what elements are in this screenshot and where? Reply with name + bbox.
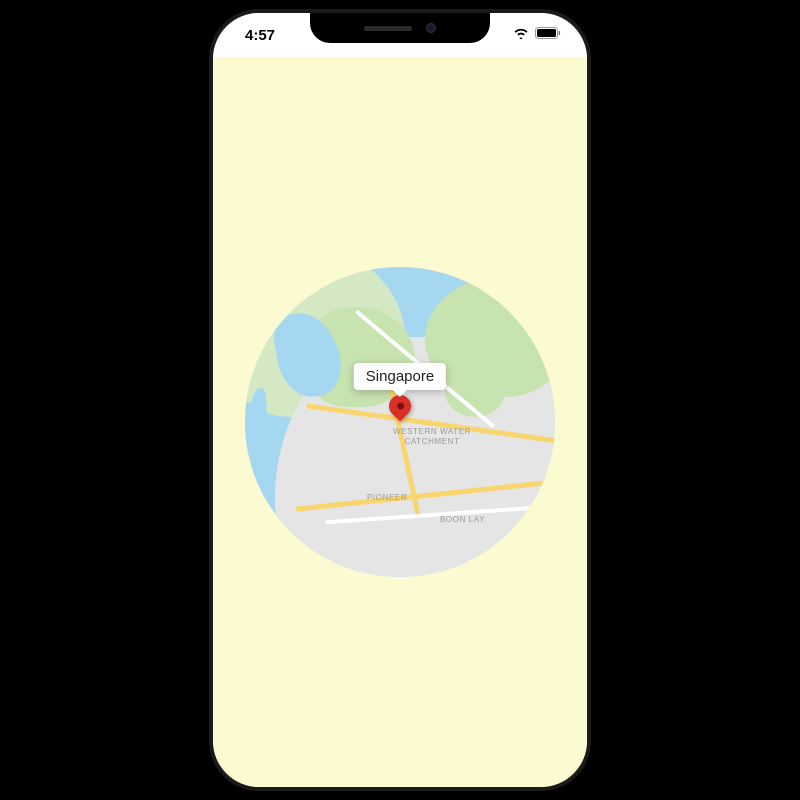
battery-icon [535, 26, 561, 44]
speaker-grille [364, 26, 412, 31]
phone-bezel: 4:57 [209, 9, 591, 791]
map-district-label: BOON LAY [440, 515, 485, 525]
wifi-icon [513, 26, 529, 44]
map-district-label: PIONEER [367, 493, 407, 503]
app-content: WESTERN WATERCATCHMENT PIONEER BOON LAY … [213, 57, 587, 787]
status-time: 4:57 [237, 27, 275, 44]
phone-notch [310, 13, 490, 43]
map-surface[interactable]: WESTERN WATERCATCHMENT PIONEER BOON LAY … [245, 267, 555, 577]
map-marker-pin[interactable] [389, 395, 411, 417]
phone-device-frame: 4:57 [200, 0, 600, 800]
front-camera [426, 23, 436, 33]
map-view[interactable]: WESTERN WATERCATCHMENT PIONEER BOON LAY … [245, 267, 555, 577]
map-info-window[interactable]: Singapore [354, 363, 446, 390]
info-window-title: Singapore [366, 368, 434, 385]
map-district-label: WESTERN WATERCATCHMENT [393, 427, 471, 446]
status-icons [513, 26, 563, 44]
phone-screen: 4:57 [213, 13, 587, 787]
